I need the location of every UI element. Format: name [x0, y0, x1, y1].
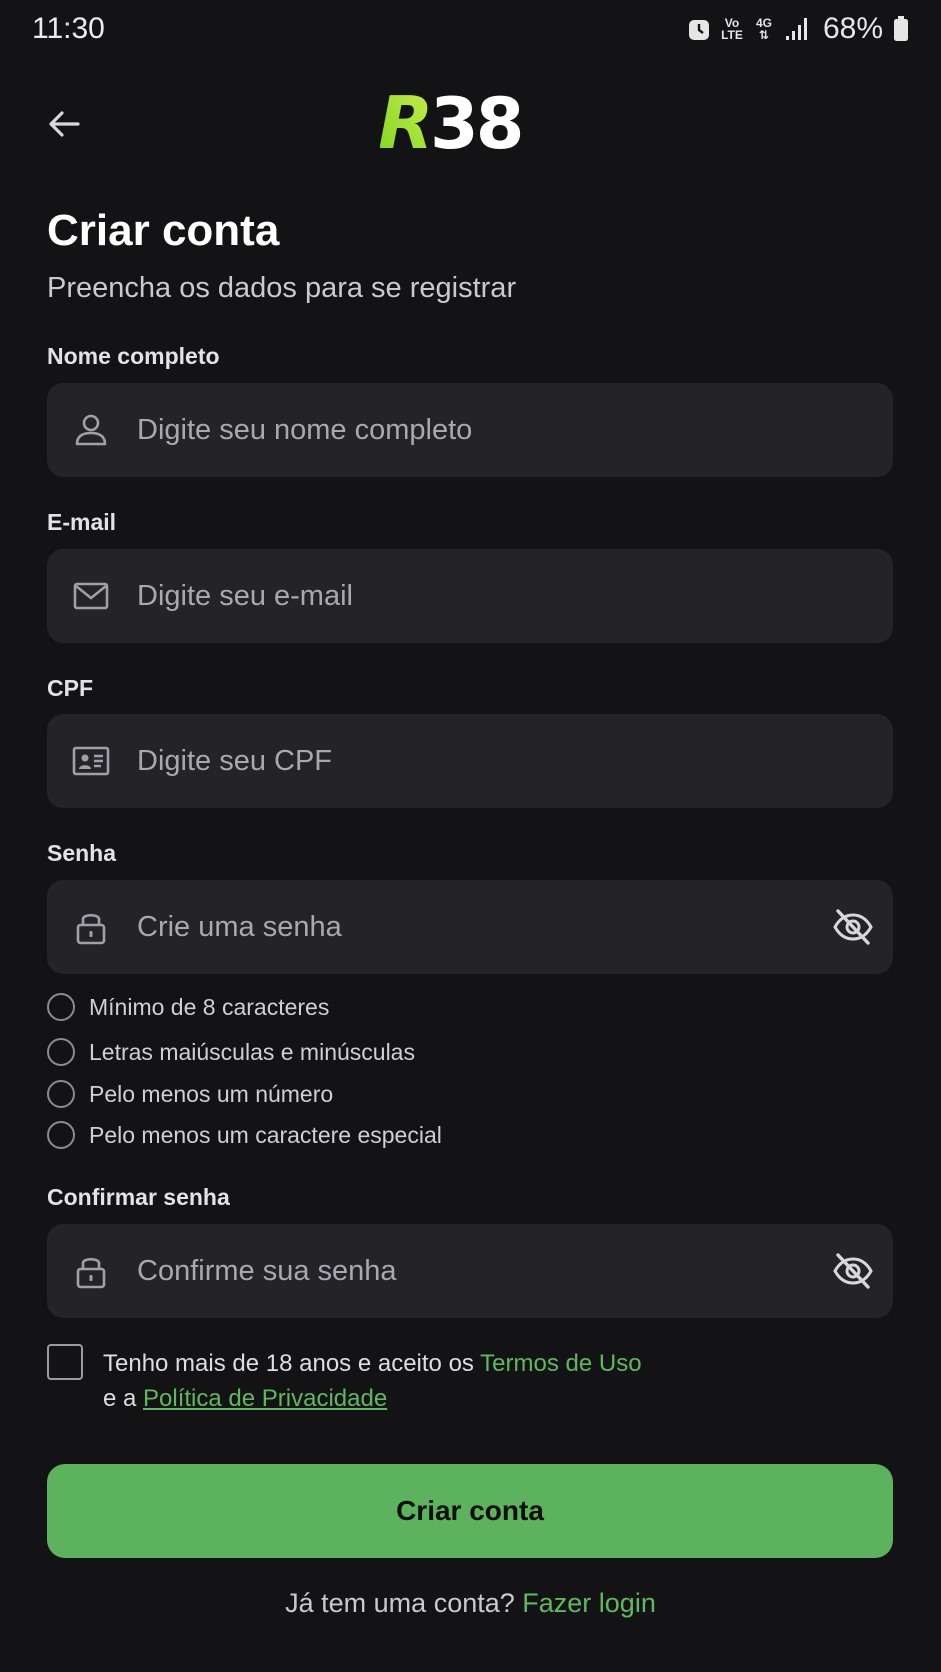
name-field[interactable]	[47, 383, 893, 477]
confirm-password-field[interactable]	[47, 1224, 893, 1318]
back-arrow-icon[interactable]	[44, 104, 84, 144]
email-label: E-mail	[47, 509, 117, 535]
page-title: Criar conta	[47, 206, 280, 255]
page-subtitle: Preencha os dados para se registrar	[47, 272, 517, 304]
volte-bottom: LTE	[721, 28, 743, 42]
requirement-indicator	[47, 1038, 75, 1066]
status-bar: 11:30 Vo LTE 4G ⇅ 68%	[0, 0, 941, 60]
signal-icon	[785, 18, 807, 40]
battery-percent: 68%	[822, 12, 883, 45]
email-field[interactable]	[47, 549, 893, 643]
status-icons: Vo LTE 4G ⇅ 68%	[687, 12, 909, 46]
requirement-text: Mínimo de 8 caracteres	[89, 993, 330, 1020]
person-icon	[75, 414, 107, 446]
cpf-label: CPF	[47, 675, 93, 701]
svg-text:38: 38	[430, 86, 521, 156]
lock-icon	[76, 1257, 106, 1289]
alarm-icon	[688, 20, 709, 40]
cpf-input[interactable]	[137, 714, 817, 808]
volte-indicator: Vo LTE	[721, 17, 743, 41]
create-account-button[interactable]: Criar conta	[47, 1464, 893, 1558]
requirement-indicator	[47, 1080, 75, 1108]
svg-text:R: R	[380, 86, 433, 156]
requirement-item: Letras maiúsculas e minúsculas	[47, 1038, 415, 1066]
password-label: Senha	[47, 840, 117, 866]
requirement-item: Mínimo de 8 caracteres	[47, 993, 329, 1021]
requirement-item: Pelo menos um número	[47, 1080, 333, 1108]
login-prompt: Já tem uma conta?	[285, 1588, 523, 1618]
network-indicator: 4G ⇅	[753, 17, 775, 41]
eye-off-icon[interactable]	[831, 1249, 875, 1293]
confirm-password-input[interactable]	[137, 1224, 817, 1318]
terms-of-use-link[interactable]: Termos de Uso	[480, 1350, 641, 1377]
requirement-item: Pelo menos um caractere especial	[47, 1121, 442, 1149]
name-input[interactable]	[137, 383, 817, 477]
requirement-indicator	[47, 993, 75, 1021]
requirement-text: Letras maiúsculas e minúsculas	[89, 1038, 415, 1065]
email-input[interactable]	[137, 549, 817, 643]
terms-checkbox[interactable]	[47, 1344, 83, 1380]
terms-text: Tenho mais de 18 anos e aceito os Termos…	[103, 1346, 642, 1416]
terms-prefix: Tenho mais de 18 anos e aceito os	[103, 1350, 481, 1377]
privacy-policy-link[interactable]: Política de Privacidade	[143, 1385, 387, 1412]
confirm-password-label: Confirmar senha	[47, 1184, 230, 1210]
battery-icon	[894, 16, 908, 41]
requirement-indicator	[47, 1121, 75, 1149]
requirement-text: Pelo menos um caractere especial	[89, 1121, 442, 1148]
name-label: Nome completo	[47, 343, 220, 369]
password-field[interactable]	[47, 880, 893, 974]
password-input[interactable]	[137, 880, 817, 974]
data-arrows-icon: ⇅	[758, 28, 769, 42]
eye-off-icon[interactable]	[831, 905, 875, 949]
id-card-icon	[72, 746, 110, 776]
requirement-text: Pelo menos um número	[89, 1080, 334, 1107]
mail-icon	[73, 582, 109, 610]
terms-middle: e a	[103, 1385, 144, 1412]
cpf-field[interactable]	[47, 714, 893, 808]
status-time: 11:30	[32, 12, 105, 45]
r38-logo: R 38	[380, 86, 524, 156]
lock-icon	[76, 913, 106, 945]
login-link[interactable]: Fazer login	[522, 1588, 656, 1618]
login-prompt-line: Já tem uma conta? Fazer login	[0, 1588, 941, 1619]
